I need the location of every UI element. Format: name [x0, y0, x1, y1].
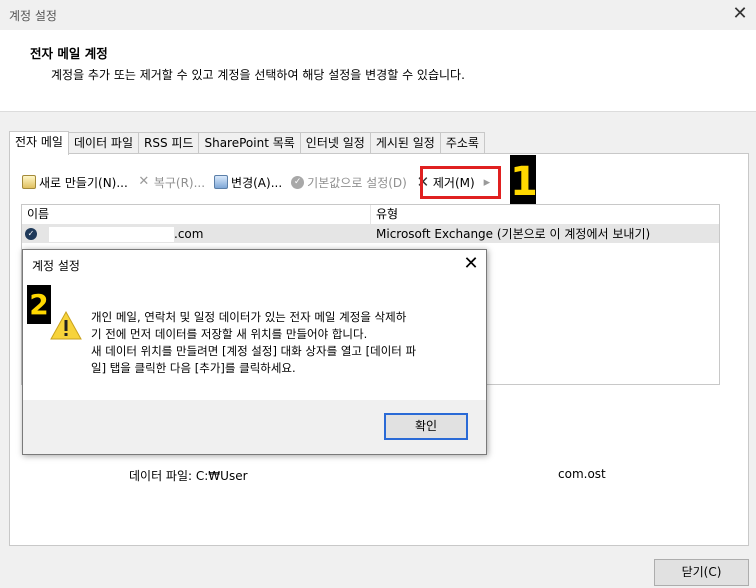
- new-account-button[interactable]: 새로 만들기(N)...: [22, 172, 128, 192]
- column-header-type[interactable]: 유형: [371, 205, 398, 224]
- tab-sharepoint-lists[interactable]: SharePoint 목록: [198, 132, 301, 154]
- dialog-close-icon[interactable]: ✕: [460, 253, 482, 275]
- dialog-message-line: 새 데이터 위치를 만들려면 [계정 설정] 대화 상자를 열고 [데이터 파: [91, 344, 417, 358]
- tab-address-books[interactable]: 주소록: [439, 132, 485, 154]
- column-header-name[interactable]: 이름: [22, 205, 371, 224]
- header-section: 전자 메일 계정 계정을 추가 또는 제거할 수 있고 계정을 선택하여 해당 …: [0, 30, 756, 112]
- window-close-icon[interactable]: ✕: [728, 3, 752, 27]
- close-button[interactable]: 닫기(C): [654, 559, 749, 586]
- table-row[interactable]: ✓ .com Microsoft Exchange (기본으로 이 계정에서 보…: [22, 225, 719, 243]
- warning-icon: [50, 310, 82, 340]
- change-label: 변경(A)...: [231, 175, 283, 190]
- datafile-value: com.ost: [558, 467, 606, 481]
- dialog-message-line: 기 전에 먼저 데이터를 저장할 새 위치를 만들어야 합니다.: [91, 327, 368, 341]
- dialog-message-line: 일] 탭을 클릭한 다음 [추가]를 클릭하세요.: [91, 361, 296, 375]
- datafile-label: 데이터 파일: C:₩User: [129, 469, 248, 483]
- selected-account-datafile: 데이터 파일: C:₩User com.ost: [129, 467, 729, 485]
- set-default-label: 기본값으로 설정(D): [307, 175, 407, 190]
- account-settings-dialog: 계정 설정 ✕ 개인 메일, 연락처 및 일정 데이터가 있는 전자 메일 계정…: [22, 249, 487, 455]
- redacted-email: [49, 226, 174, 242]
- dialog-message: 개인 메일, 연락처 및 일정 데이터가 있는 전자 메일 계정을 삭제하 기 …: [91, 309, 471, 377]
- default-account-check-icon: ✓: [25, 228, 37, 240]
- dialog-title: 계정 설정: [32, 259, 80, 273]
- step-2-badge: 2: [27, 285, 51, 324]
- repair-label: 복구(R)...: [153, 175, 206, 190]
- ok-button[interactable]: 확인: [384, 413, 468, 440]
- repair-button[interactable]: ✕ 복구(R)...: [137, 172, 205, 192]
- new-account-label: 새로 만들기(N)...: [39, 175, 128, 190]
- dialog-footer: 확인: [23, 400, 486, 454]
- change-icon: [214, 175, 229, 189]
- step-1-badge: 1: [510, 155, 538, 210]
- tab-rss-feeds[interactable]: RSS 피드: [138, 132, 200, 154]
- new-account-icon: [22, 175, 36, 189]
- change-button[interactable]: 변경(A)...: [214, 172, 282, 192]
- remove-highlight-box: [420, 166, 501, 199]
- account-type-cell: Microsoft Exchange (기본으로 이 계정에서 보내기): [376, 227, 651, 241]
- header-title: 전자 메일 계정: [30, 46, 108, 61]
- dialog-titlebar: 계정 설정 ✕: [23, 250, 486, 280]
- tab-data-files[interactable]: 데이터 파일: [67, 132, 139, 154]
- window-title: 계정 설정: [9, 9, 57, 23]
- tab-internet-calendars[interactable]: 인터넷 일정: [299, 132, 371, 154]
- tab-strip: 전자 메일 데이터 파일 RSS 피드 SharePoint 목록 인터넷 일정…: [9, 131, 485, 155]
- account-name-suffix: .com: [174, 227, 204, 241]
- tab-email[interactable]: 전자 메일: [9, 131, 69, 155]
- tab-published-calendars[interactable]: 게시된 일정: [369, 132, 441, 154]
- set-default-button[interactable]: ✓ 기본값으로 설정(D): [291, 172, 407, 192]
- wrench-icon: ✕: [138, 174, 150, 189]
- dialog-body: 개인 메일, 연락처 및 일정 데이터가 있는 전자 메일 계정을 삭제하 기 …: [23, 280, 486, 400]
- account-list-header: 이름 유형: [22, 205, 719, 225]
- window-titlebar: 계정 설정 ✕: [0, 0, 756, 30]
- header-description: 계정을 추가 또는 제거할 수 있고 계정을 선택하여 해당 설정을 변경할 수…: [51, 68, 465, 82]
- dialog-message-line: 개인 메일, 연락처 및 일정 데이터가 있는 전자 메일 계정을 삭제하: [91, 310, 407, 324]
- account-name-cell: ✓ .com: [22, 225, 371, 243]
- check-circle-icon: ✓: [291, 175, 305, 189]
